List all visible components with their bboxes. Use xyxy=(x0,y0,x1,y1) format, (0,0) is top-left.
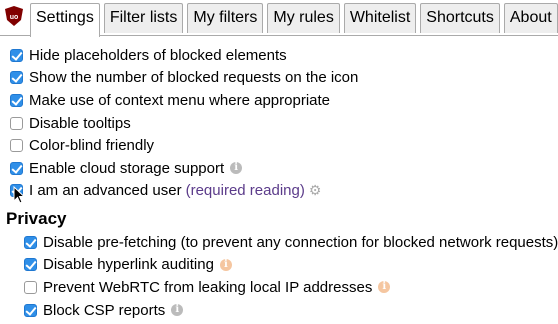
tab-filter-lists[interactable]: Filter lists xyxy=(103,3,184,33)
checkbox-checked[interactable] xyxy=(10,48,23,62)
tab-settings[interactable]: Settings xyxy=(30,3,100,37)
privacy-heading: Privacy xyxy=(6,209,67,228)
privacy-list: Disable pre-fetching (to prevent any con… xyxy=(24,231,558,321)
setting-label: Color-blind friendly xyxy=(29,137,155,155)
gears-icon[interactable]: ⚙ xyxy=(309,182,322,199)
setting-label: Make use of context menu where appropria… xyxy=(29,91,331,109)
setting-block-csp-reports[interactable]: Block CSP reports i xyxy=(24,299,558,322)
checkbox-checked[interactable] xyxy=(24,235,37,249)
tab-shortcuts[interactable]: Shortcuts xyxy=(420,3,500,33)
checkbox-checked[interactable] xyxy=(24,258,37,272)
setting-label: Block CSP reports xyxy=(43,301,166,319)
setting-label: Disable pre-fetching (to prevent any con… xyxy=(43,233,558,251)
setting-context-menu[interactable]: Make use of context menu where appropria… xyxy=(10,89,358,112)
tab-whitelist[interactable]: Whitelist xyxy=(343,3,417,33)
setting-disable-prefetching[interactable]: Disable pre-fetching (to prevent any con… xyxy=(24,231,558,254)
setting-prevent-webrtc[interactable]: Prevent WebRTC from leaking local IP add… xyxy=(24,276,558,299)
checkbox-checked[interactable] xyxy=(24,303,37,317)
checkbox-checked[interactable] xyxy=(10,93,23,107)
info-icon[interactable]: i xyxy=(219,258,232,271)
ublock-shield-icon: uo xyxy=(5,6,23,26)
tab-about[interactable]: About xyxy=(503,3,558,33)
info-icon[interactable]: i xyxy=(378,281,391,294)
settings-list: Hide placeholders of blocked elements Sh… xyxy=(10,44,358,202)
setting-color-blind[interactable]: Color-blind friendly xyxy=(10,134,358,157)
tab-my-rules[interactable]: My rules xyxy=(267,3,340,33)
checkbox-unchecked[interactable] xyxy=(10,139,23,153)
tabs: Settings Filter lists My filters My rule… xyxy=(30,3,558,37)
setting-label: Disable hyperlink auditing xyxy=(43,256,214,274)
setting-advanced-user[interactable]: I am an advanced user (required reading)… xyxy=(10,180,358,203)
tab-bar: uo Settings Filter lists My filters My r… xyxy=(0,0,558,37)
setting-disable-tooltips[interactable]: Disable tooltips xyxy=(10,112,358,135)
setting-label: Enable cloud storage support xyxy=(29,159,225,177)
mouse-pointer-icon xyxy=(13,186,25,204)
checkbox-unchecked[interactable] xyxy=(10,116,23,130)
info-icon[interactable]: i xyxy=(171,304,184,317)
setting-label: Disable tooltips xyxy=(29,114,131,132)
setting-label: Prevent WebRTC from leaking local IP add… xyxy=(43,278,373,296)
setting-label: Hide placeholders of blocked elements xyxy=(29,46,287,64)
svg-text:uo: uo xyxy=(10,14,19,21)
setting-label: Show the number of blocked requests on t… xyxy=(29,69,359,87)
setting-hide-placeholders[interactable]: Hide placeholders of blocked elements xyxy=(10,44,358,67)
setting-show-blocked-count[interactable]: Show the number of blocked requests on t… xyxy=(10,67,358,90)
tab-my-filters[interactable]: My filters xyxy=(187,3,264,33)
setting-cloud-storage[interactable]: Enable cloud storage support i xyxy=(10,157,358,180)
setting-disable-hyperlink-auditing[interactable]: Disable hyperlink auditing i xyxy=(24,254,558,277)
checkbox-checked[interactable] xyxy=(10,161,23,175)
setting-label: I am an advanced user xyxy=(29,182,182,200)
info-icon[interactable]: i xyxy=(230,162,243,175)
required-reading-link[interactable]: (required reading) xyxy=(186,182,305,199)
checkbox-unchecked[interactable] xyxy=(24,280,37,294)
checkbox-checked[interactable] xyxy=(10,71,23,85)
